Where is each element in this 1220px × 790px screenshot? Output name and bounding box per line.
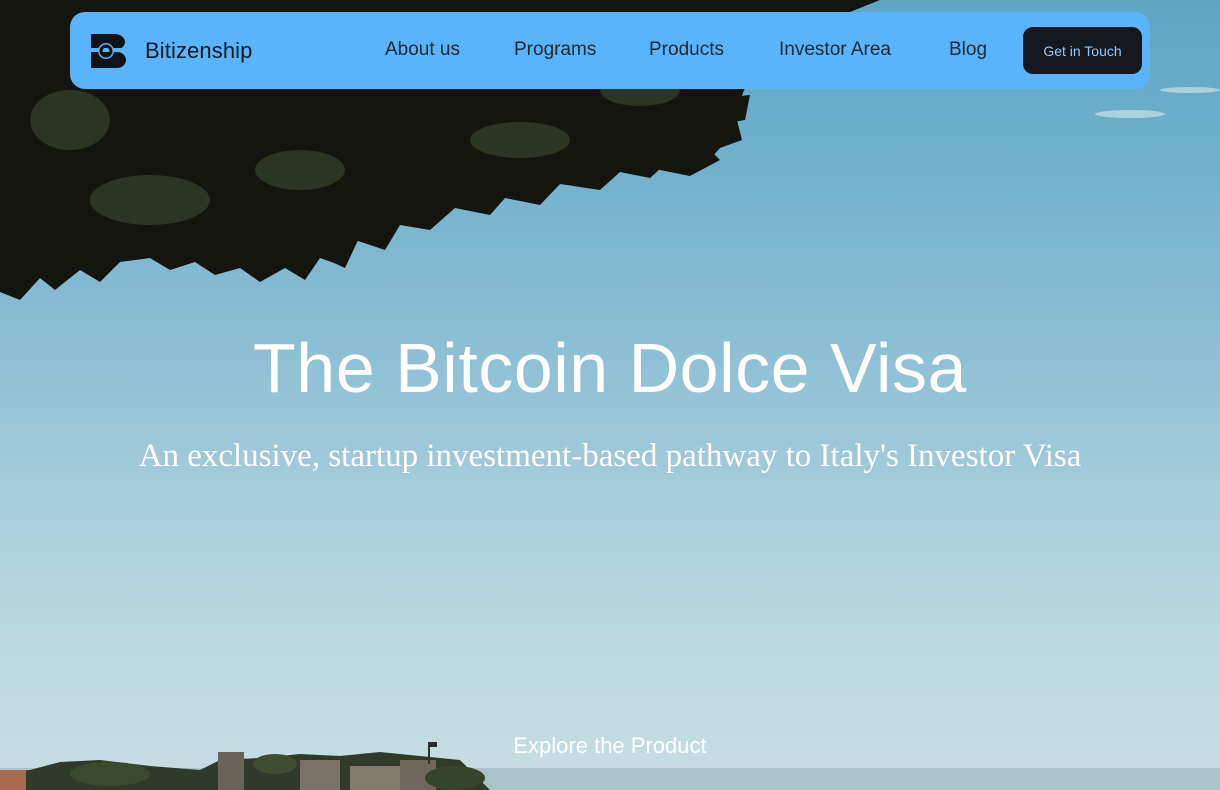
- nav-item-about-us[interactable]: About us: [385, 38, 460, 62]
- nav-item-blog[interactable]: Blog: [949, 38, 987, 62]
- brand-name: Bitizenship: [145, 38, 253, 63]
- get-in-touch-button[interactable]: Get in Touch: [1023, 27, 1142, 74]
- explore-product-link[interactable]: Explore the Product: [0, 731, 1220, 761]
- nav-item-investor-area[interactable]: Investor Area: [779, 38, 891, 62]
- nav-item-products[interactable]: Products: [649, 38, 724, 62]
- clouds: [1095, 87, 1220, 118]
- hero-subtitle: An exclusive, startup investment-based p…: [138, 438, 1082, 474]
- bitizenship-logo-icon: [91, 34, 126, 68]
- hero-title: The Bitcoin Dolce Visa: [253, 329, 967, 407]
- nav-item-programs[interactable]: Programs: [514, 38, 596, 62]
- brand-home-link[interactable]: Bitizenship: [91, 33, 253, 69]
- top-navbar: Bitizenship About us Programs Products I…: [70, 12, 1150, 89]
- hero-section: Bitizenship About us Programs Products I…: [0, 0, 1220, 790]
